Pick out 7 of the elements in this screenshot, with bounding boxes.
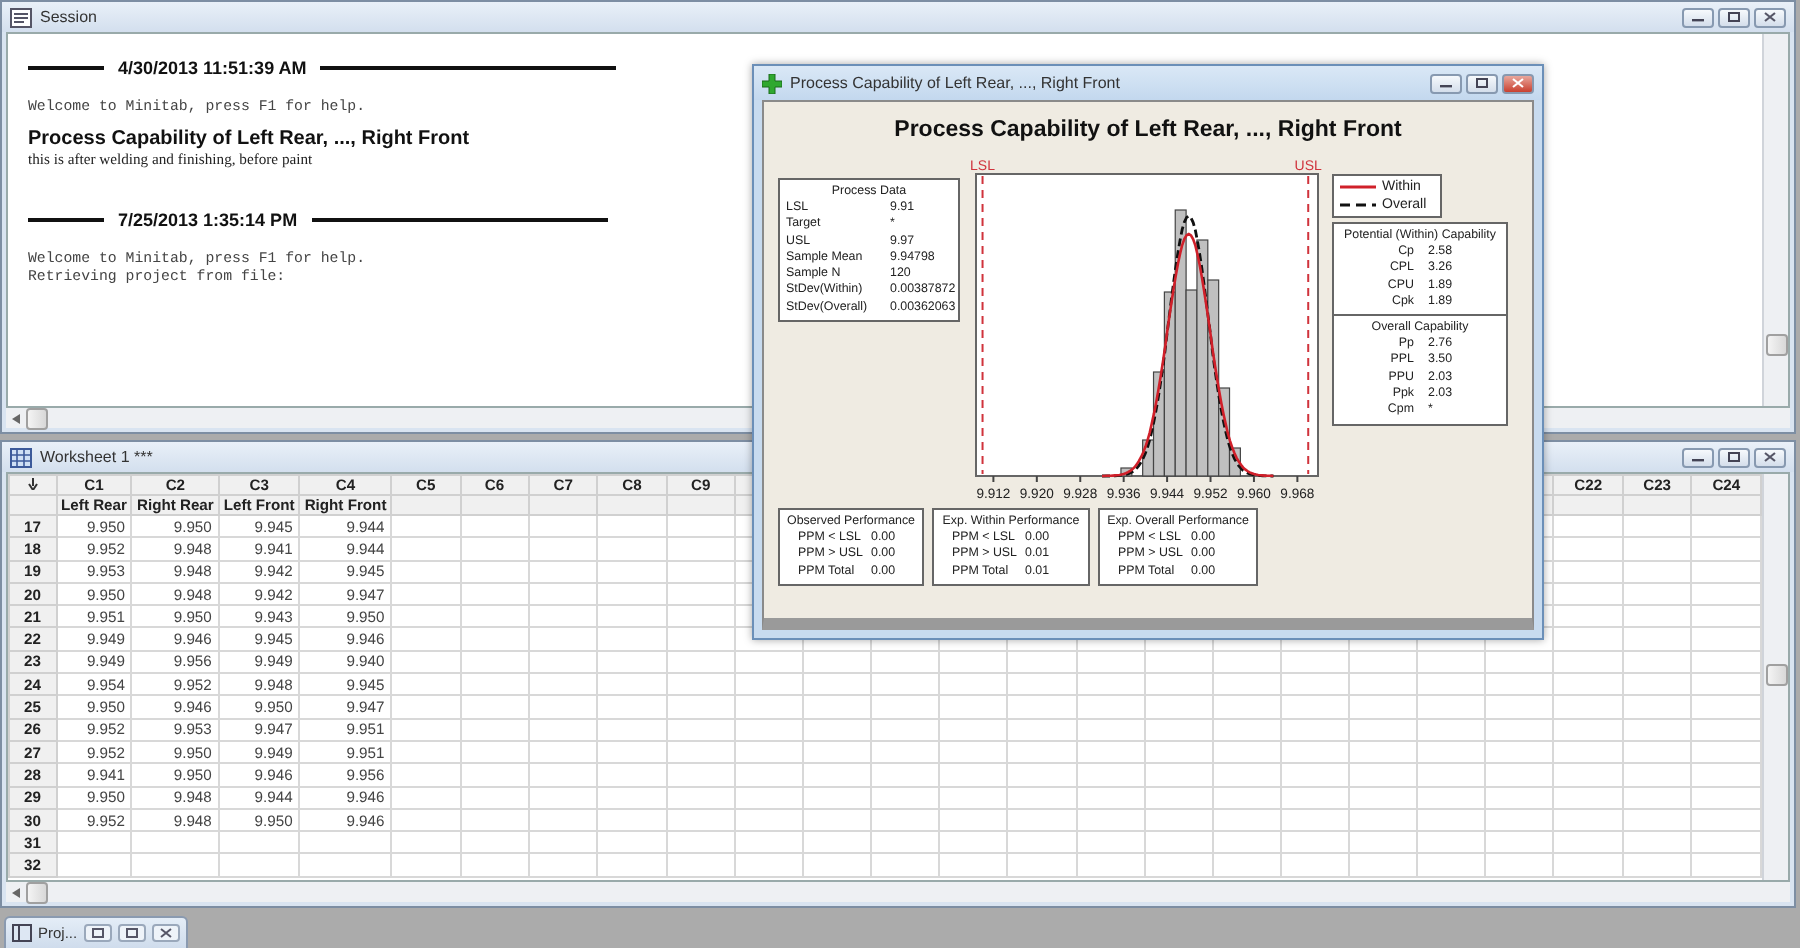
session-timestamp: 4/30/2013 11:51:39 AM: [118, 58, 307, 78]
window-title: Process Capability of Left Rear, ..., Right Front: [790, 74, 1120, 92]
session-heading: Process Capability of Left Rear, ..., Right Front: [28, 128, 470, 150]
graph-title: Process Capability of Left Rear, ..., Right Front: [892, 116, 1404, 146]
window-title: Worksheet 1 ***: [40, 448, 153, 466]
session-timestamp: 7/25/2013 1:35:14 PM: [118, 210, 298, 230]
window-title: Session: [40, 8, 97, 26]
